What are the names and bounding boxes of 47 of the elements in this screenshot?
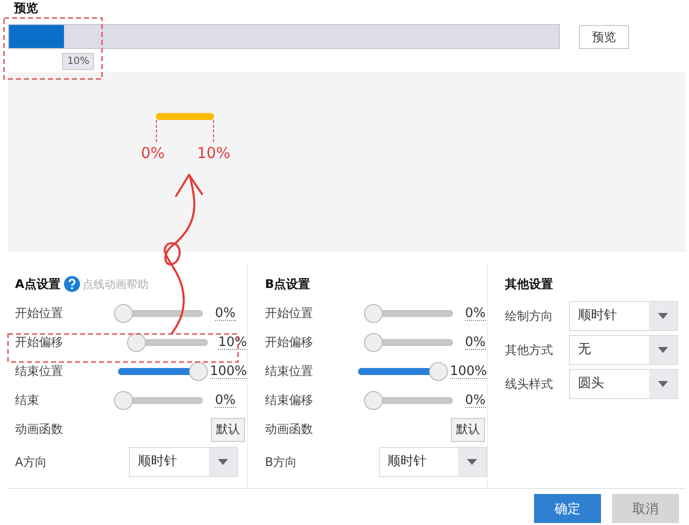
slider-value: 100% bbox=[450, 364, 487, 378]
setting-label: 开始位置 bbox=[15, 305, 64, 322]
setting-label: 结束位置 bbox=[15, 363, 64, 380]
percent-annotation: 10% bbox=[197, 144, 230, 162]
slider-value: 0% bbox=[465, 394, 486, 408]
caret-icon bbox=[658, 313, 668, 319]
dropdown-select[interactable]: 圆头 bbox=[569, 369, 678, 399]
caret-icon bbox=[218, 459, 228, 465]
section-title: A点设置 bbox=[15, 276, 60, 292]
setting-label: B方向 bbox=[265, 454, 298, 470]
setting-label: 开始位置 bbox=[265, 305, 314, 322]
caret-icon bbox=[658, 381, 668, 387]
setting-label: 动画函数 bbox=[15, 421, 64, 438]
setting-label: 结束位置 bbox=[265, 363, 314, 380]
section-title: 其他设置 bbox=[505, 276, 553, 292]
dropdown-select[interactable]: 顺时针 bbox=[129, 447, 238, 477]
slider-value: 10% bbox=[218, 336, 247, 350]
dropdown-select[interactable]: 顺时针 bbox=[569, 301, 678, 331]
setting-label: 其他方式 bbox=[505, 342, 554, 358]
percent-annotation: 0% bbox=[141, 144, 165, 162]
slider-value: 100% bbox=[210, 364, 247, 378]
caret-icon bbox=[658, 347, 668, 353]
line-segment bbox=[156, 113, 214, 120]
help-icon[interactable] bbox=[64, 276, 80, 292]
setting-label: 结束偏移 bbox=[265, 392, 314, 409]
setting-label: 动画函数 bbox=[265, 421, 314, 438]
setting-label: 绘制方向 bbox=[505, 308, 554, 324]
preview-title: 预览 bbox=[12, 0, 39, 17]
confirm-button[interactable]: 确定 bbox=[534, 494, 601, 523]
default-button[interactable]: 默认 bbox=[211, 418, 245, 442]
setting-label: A方向 bbox=[15, 454, 48, 470]
dropdown-select[interactable]: 无 bbox=[569, 335, 678, 365]
caret-icon bbox=[467, 459, 477, 465]
slider-value: 0% bbox=[215, 306, 236, 320]
default-button[interactable]: 默认 bbox=[451, 418, 485, 442]
setting-label: 开始偏移 bbox=[15, 334, 64, 351]
cancel-button[interactable]: 取消 bbox=[612, 494, 679, 523]
progress-tooltip: 10% bbox=[62, 53, 94, 70]
setting-label: 结束 bbox=[15, 392, 40, 409]
setting-label: 开始偏移 bbox=[265, 334, 314, 351]
section-title: B点设置 bbox=[265, 276, 310, 292]
slider-value: 0% bbox=[215, 394, 236, 408]
slider-value: 0% bbox=[465, 336, 486, 350]
preview-button[interactable]: 预览 bbox=[579, 25, 629, 49]
dropdown-select[interactable]: 顺时针 bbox=[378, 447, 487, 477]
slider-value: 0% bbox=[465, 306, 486, 320]
setting-label: 线头样式 bbox=[505, 376, 554, 392]
